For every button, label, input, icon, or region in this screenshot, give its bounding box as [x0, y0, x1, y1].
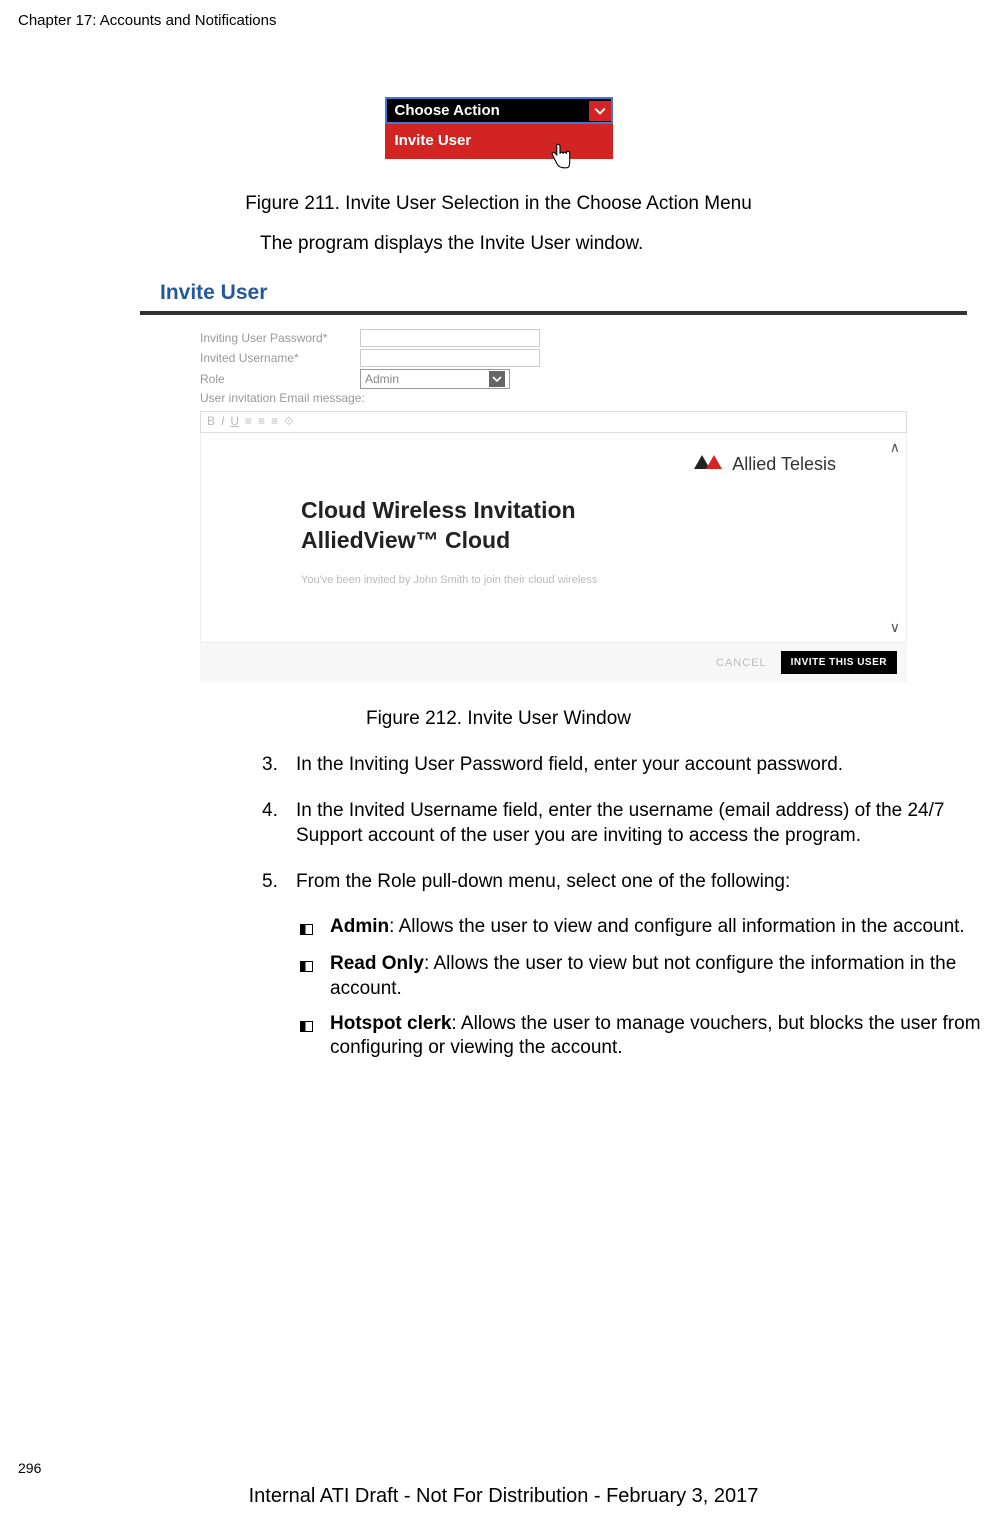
step-4: 4. In the Invited Username field, enter … [262, 798, 985, 849]
choose-action-dropdown[interactable]: Choose Action [385, 97, 613, 124]
step-5-text: From the Role pull-down menu, select one… [296, 869, 790, 895]
role-readonly-item: Read Only: Allows the user to view but n… [300, 952, 987, 1001]
email-msg-row: User invitation Email message: [200, 391, 967, 405]
rte-toolbar[interactable]: B I U ≡ ≡ ≡ ⟐ [200, 411, 907, 433]
step-3-number: 3. [262, 752, 296, 778]
chevron-down-icon [589, 101, 611, 121]
invite-window-title: Invite User [140, 273, 967, 315]
figure-212-caption: Figure 212. Invite User Window [0, 708, 997, 730]
email-msg-label: User invitation Email message: [200, 391, 365, 405]
bold-icon[interactable]: B [207, 414, 215, 430]
page-content: Choose Action Invite User Figure 211. In… [0, 29, 1007, 1061]
role-value: Admin [365, 372, 399, 386]
cancel-button[interactable]: CANCEL [716, 657, 767, 669]
link-icon[interactable]: ⟐ [284, 414, 293, 430]
step-4-number: 4. [262, 798, 296, 849]
role-row: Role Admin [200, 369, 967, 389]
rte-heading-1: Cloud Wireless Invitation [301, 496, 866, 526]
role-hotspot-text: Hotspot clerk: Allows the user to manage… [330, 1012, 987, 1061]
step-3-text: In the Inviting User Password field, ent… [296, 752, 843, 778]
scroll-down-icon[interactable]: ∨ [890, 619, 900, 636]
bullet-icon [300, 1012, 330, 1061]
logo-mark-icon [692, 453, 726, 476]
allied-telesis-logo: Allied Telesis [692, 453, 836, 476]
role-hotspot-item: Hotspot clerk: Allows the user to manage… [300, 1012, 987, 1061]
italic-icon[interactable]: I [221, 414, 224, 430]
chevron-down-icon [489, 371, 505, 387]
step-4-text: In the Invited Username field, enter the… [296, 798, 985, 849]
step-5-number: 5. [262, 869, 296, 895]
role-options-list: Admin: Allows the user to view and confi… [300, 915, 987, 1061]
choose-action-label: Choose Action [395, 102, 500, 119]
bullet-icon [300, 952, 330, 1001]
role-label: Role [200, 372, 360, 386]
username-input[interactable] [360, 349, 540, 367]
rte-body-line: You've been invited by John Smith to joi… [301, 574, 866, 586]
steps-list: 3. In the Inviting User Password field, … [262, 752, 985, 895]
rte-body[interactable]: ∧ Allied Telesis Cloud Wireless Invitati… [200, 433, 907, 643]
role-admin-text: Admin: Allows the user to view and confi… [330, 915, 965, 943]
password-label: Inviting User Password* [200, 331, 360, 345]
step-5: 5. From the Role pull-down menu, select … [262, 869, 985, 895]
password-input[interactable] [360, 329, 540, 347]
username-label: Invited Username* [200, 351, 360, 365]
invite-user-menu-item[interactable]: Invite User [385, 124, 613, 159]
align-left-icon[interactable]: ≡ [245, 414, 252, 430]
username-row: Invited Username* [200, 349, 967, 367]
align-center-icon[interactable]: ≡ [258, 414, 265, 430]
logo-text: Allied Telesis [732, 454, 836, 475]
page-number: 296 [18, 1460, 41, 1476]
password-row: Inviting User Password* [200, 329, 967, 347]
modal-footer: CANCEL INVITE THIS USER [200, 643, 907, 682]
step-3: 3. In the Inviting User Password field, … [262, 752, 985, 778]
rte-heading-2: AlliedView™ Cloud [301, 526, 866, 556]
intro-text: The program displays the Invite User win… [260, 233, 977, 255]
role-readonly-text: Read Only: Allows the user to view but n… [330, 952, 987, 1001]
underline-icon[interactable]: U [230, 414, 239, 430]
choose-action-figure: Choose Action Invite User [385, 97, 613, 159]
role-admin-item: Admin: Allows the user to view and confi… [300, 915, 987, 943]
chapter-header: Chapter 17: Accounts and Notifications [0, 0, 1007, 29]
invite-user-window: Invite User Inviting User Password* Invi… [140, 273, 967, 682]
scroll-up-icon[interactable]: ∧ [890, 439, 900, 456]
figure-211-caption: Figure 211. Invite User Selection in the… [0, 193, 997, 215]
invite-this-user-button[interactable]: INVITE THIS USER [781, 651, 897, 674]
role-select[interactable]: Admin [360, 369, 510, 389]
bullet-icon [300, 915, 330, 943]
footer-text: Internal ATI Draft - Not For Distributio… [0, 1485, 1007, 1508]
cursor-hand-icon [547, 142, 573, 175]
align-right-icon[interactable]: ≡ [271, 414, 278, 430]
allied-telesis-logo-row: Allied Telesis [301, 453, 866, 476]
